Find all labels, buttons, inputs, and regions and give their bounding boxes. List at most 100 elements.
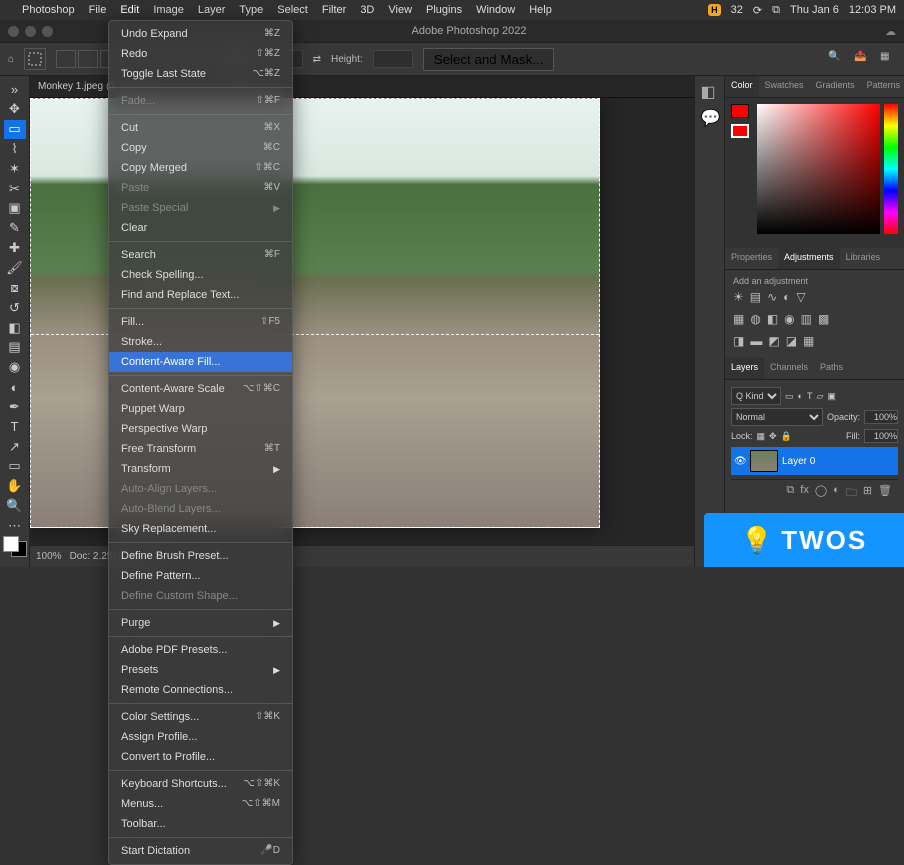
adj-curves-icon[interactable]: ∿ (767, 290, 777, 304)
tab-properties[interactable]: Properties (725, 248, 778, 269)
tab-paths[interactable]: Paths (814, 358, 849, 379)
menu-item-fill[interactable]: Fill...⇧F5 (109, 312, 292, 332)
tab-patterns[interactable]: Patterns (861, 76, 904, 97)
panel-icon-2[interactable]: 💬 (701, 108, 719, 126)
menu-item-content-aware-fill[interactable]: Content-Aware Fill... (109, 352, 292, 372)
tool-path[interactable]: ↗ (4, 437, 26, 456)
search-icon[interactable]: 🔍 (828, 51, 844, 67)
menu-item-content-aware-scale[interactable]: Content-Aware Scale⌥⇧⌘C (109, 379, 292, 399)
tool-eraser[interactable]: ◧ (4, 318, 26, 337)
tab-channels[interactable]: Channels (764, 358, 814, 379)
layer-visibility-icon[interactable]: 👁 (734, 456, 746, 467)
adj-lookup-icon[interactable]: ▩ (818, 312, 829, 326)
menu-item-presets[interactable]: Presets▶ (109, 660, 292, 680)
menu-layer[interactable]: Layer (198, 4, 226, 16)
lock-position-icon[interactable]: ✥ (769, 431, 777, 442)
tool-stamp[interactable]: ⧇ (4, 278, 26, 297)
tool-lasso[interactable]: ⌇ (4, 140, 26, 159)
adj-threshold-icon[interactable]: ◩ (768, 334, 779, 348)
tool-wand[interactable]: ✶ (4, 159, 26, 178)
menu-window[interactable]: Window (476, 4, 515, 16)
workspace-icon[interactable]: ▦ (880, 51, 896, 67)
menu-item-convert-to-profile[interactable]: Convert to Profile... (109, 747, 292, 767)
selection-new[interactable] (56, 50, 76, 68)
menu-edit[interactable]: Edit (120, 4, 139, 16)
color-swatches[interactable] (3, 536, 27, 557)
selection-add[interactable] (78, 50, 98, 68)
menu-photoshop[interactable]: Photoshop (22, 4, 75, 16)
color-field[interactable] (757, 104, 880, 234)
new-layer-icon[interactable]: ⊞ (863, 484, 872, 503)
tool-type[interactable]: T (4, 417, 26, 436)
tool-brush[interactable]: 🖌 (4, 259, 26, 278)
menu-file[interactable]: File (89, 4, 107, 16)
menu-item-search[interactable]: Search⌘F (109, 245, 292, 265)
tab-swatches[interactable]: Swatches (759, 76, 810, 97)
hue-slider[interactable] (884, 104, 898, 234)
adj-levels-icon[interactable]: ▤ (750, 290, 761, 304)
tool-frame[interactable]: ▣ (4, 199, 26, 218)
window-minimize[interactable] (25, 26, 36, 37)
filter-type-icon[interactable]: T (807, 391, 813, 401)
tool-more[interactable]: ⋯ (4, 517, 26, 536)
adj-gradient-icon[interactable]: ◪ (786, 334, 797, 348)
new-adjustment-icon[interactable]: ◐ (833, 484, 840, 503)
menu-item-transform[interactable]: Transform▶ (109, 459, 292, 479)
layer-mask-icon[interactable]: ◯ (815, 484, 827, 503)
select-and-mask-button[interactable]: Select and Mask... (423, 48, 555, 71)
window-close[interactable] (8, 26, 19, 37)
menu-item-toolbar[interactable]: Toolbar... (109, 814, 292, 834)
lock-all-icon[interactable]: 🔒 (781, 431, 792, 442)
menu-item-keyboard-shortcuts[interactable]: Keyboard Shortcuts...⌥⇧⌘K (109, 774, 292, 794)
tool-marquee[interactable]: ▭ (4, 120, 26, 139)
home-icon[interactable]: ⌂ (8, 54, 14, 65)
menu-item-adobe-pdf-presets[interactable]: Adobe PDF Presets... (109, 640, 292, 660)
menu-item-stroke[interactable]: Stroke... (109, 332, 292, 352)
layer-row[interactable]: 👁 Layer 0 (731, 447, 898, 475)
menu-type[interactable]: Type (239, 4, 263, 16)
menu-item-remote-connections[interactable]: Remote Connections... (109, 680, 292, 700)
tool-pen[interactable]: ✒ (4, 398, 26, 417)
menu-item-copy[interactable]: Copy⌘C (109, 138, 292, 158)
menu-item-clear[interactable]: Clear (109, 218, 292, 238)
tool-gradient[interactable]: ▤ (4, 338, 26, 357)
menu-item-perspective-warp[interactable]: Perspective Warp (109, 419, 292, 439)
swap-wh-icon[interactable]: ⇄ (313, 54, 321, 65)
menu-item-free-transform[interactable]: Free Transform⌘T (109, 439, 292, 459)
layer-fx-icon[interactable]: fx (800, 484, 809, 503)
menu-item-cut[interactable]: Cut⌘X (109, 118, 292, 138)
menu-item-copy-merged[interactable]: Copy Merged⇧⌘C (109, 158, 292, 178)
menu-item-start-dictation[interactable]: Start Dictation🎤D (109, 841, 292, 861)
tool-shape[interactable]: ▭ (4, 457, 26, 476)
tool-dodge[interactable]: ◐ (4, 378, 26, 397)
tab-color[interactable]: Color (725, 76, 759, 97)
height-input[interactable] (373, 50, 413, 68)
menu-item-check-spelling[interactable]: Check Spelling... (109, 265, 292, 285)
layer-thumbnail[interactable] (750, 450, 778, 472)
menu-item-define-brush-preset[interactable]: Define Brush Preset... (109, 546, 292, 566)
adj-vibrance-icon[interactable]: ▽ (796, 290, 805, 304)
adj-brightness-icon[interactable]: ☀ (733, 290, 744, 304)
opacity-input[interactable] (864, 410, 898, 424)
layer-filter-kind[interactable]: Q Kind (731, 387, 781, 405)
link-layers-icon[interactable]: ⧉ (786, 484, 794, 503)
menu-item-define-pattern[interactable]: Define Pattern... (109, 566, 292, 586)
menu-item-menus[interactable]: Menus...⌥⇧⌘M (109, 794, 292, 814)
blend-mode-select[interactable]: Normal (731, 408, 823, 426)
background-swatch[interactable] (731, 124, 749, 138)
panel-icon-1[interactable]: ◧ (701, 82, 719, 100)
tab-gradients[interactable]: Gradients (810, 76, 861, 97)
filter-adjust-icon[interactable]: ◐ (798, 391, 803, 401)
tool-eyedropper[interactable]: ✎ (4, 219, 26, 238)
wifi-icon[interactable]: ⧉ (772, 4, 780, 17)
menu-item-sky-replacement[interactable]: Sky Replacement... (109, 519, 292, 539)
tool-heal[interactable]: ✚ (4, 239, 26, 258)
adj-hue-icon[interactable]: ▦ (733, 312, 744, 326)
menu-select[interactable]: Select (277, 4, 308, 16)
tool-collapse[interactable]: » (4, 80, 26, 99)
lock-pixels-icon[interactable]: ▦ (757, 431, 766, 442)
adj-exposure-icon[interactable]: ◐ (783, 290, 790, 304)
cloud-icon[interactable]: ☁ (885, 25, 896, 38)
tool-history[interactable]: ↺ (4, 298, 26, 317)
menu-item-toggle-last-state[interactable]: Toggle Last State⌥⌘Z (109, 64, 292, 84)
